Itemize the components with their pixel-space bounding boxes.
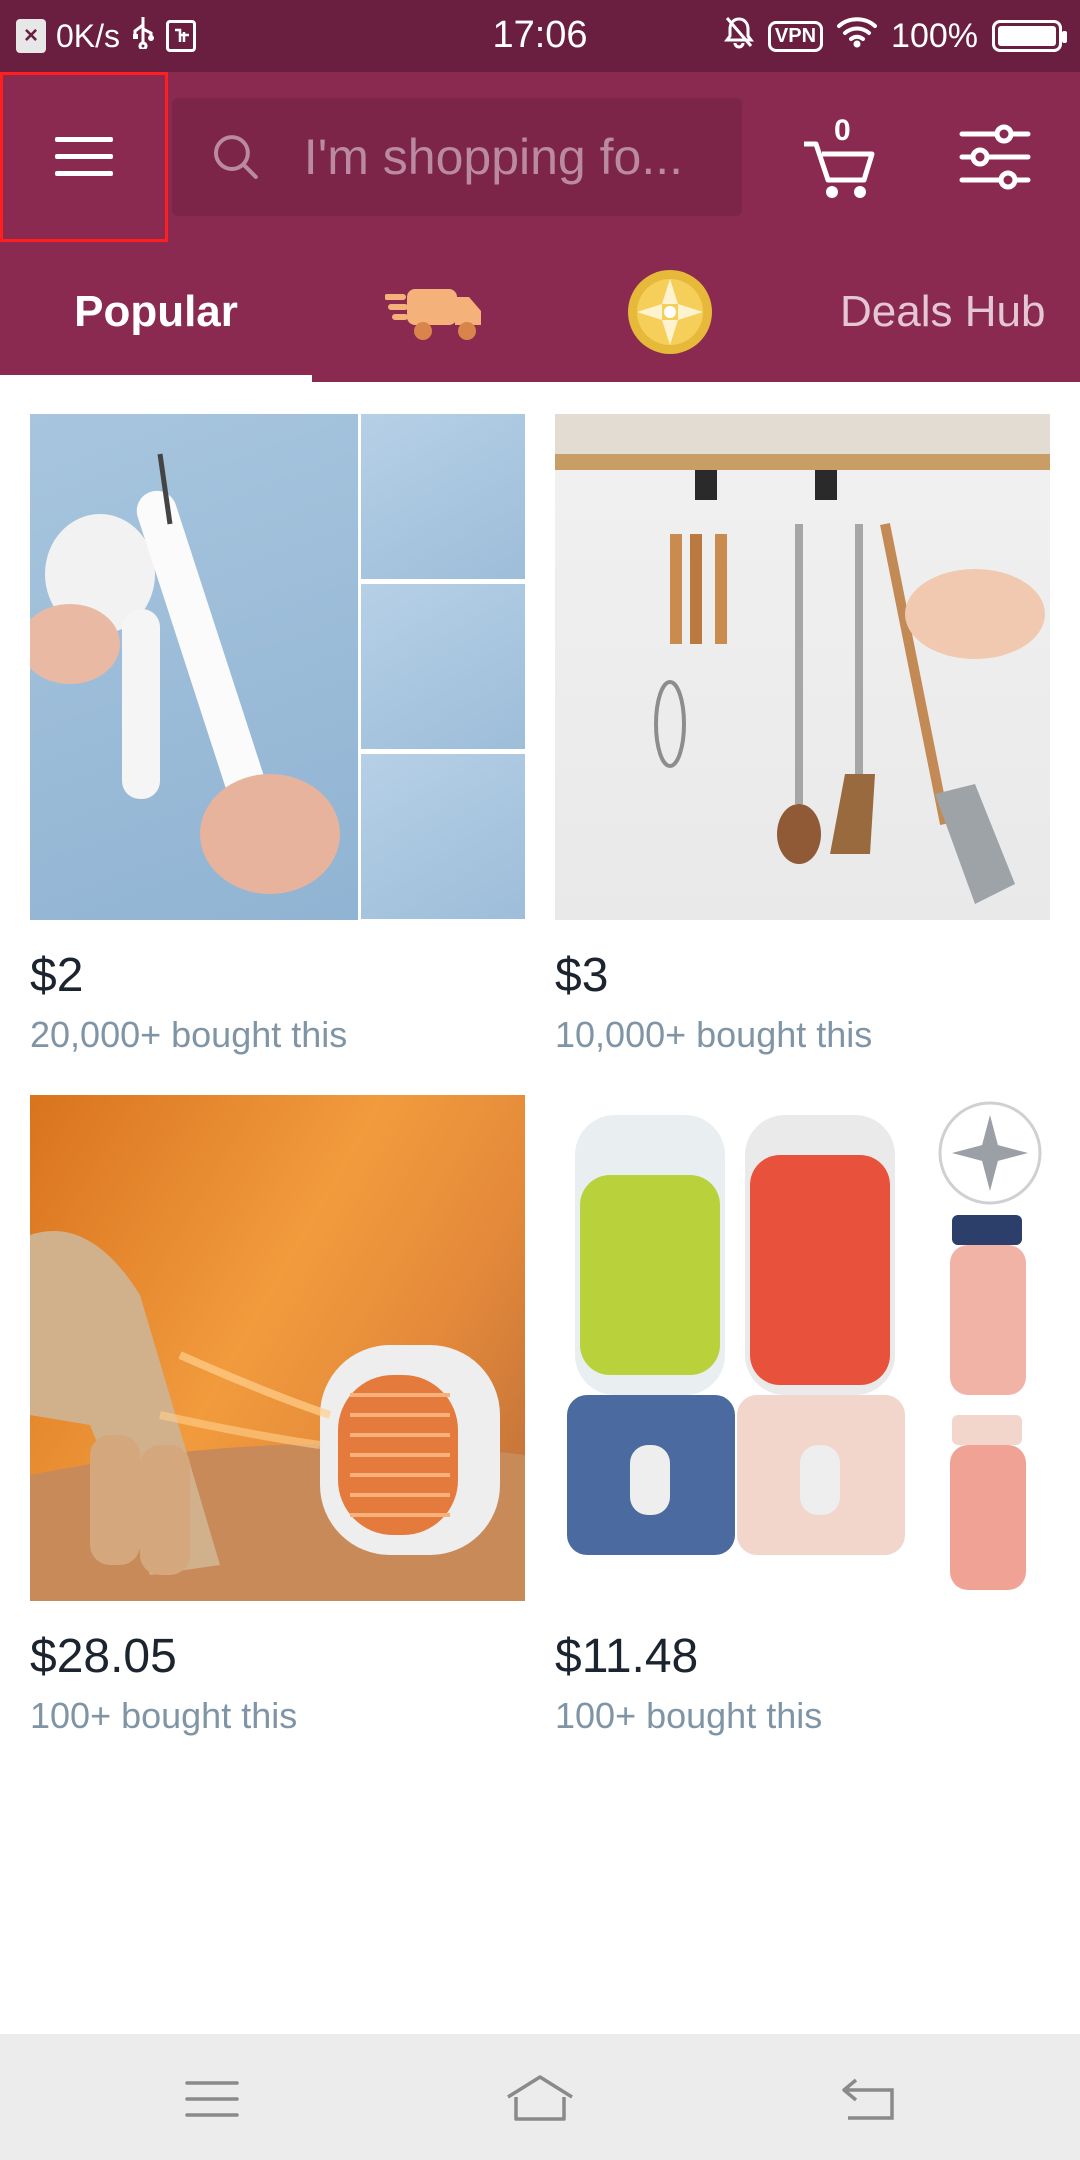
status-left: × 0K/s xyxy=(16,15,197,57)
product-sold-count: 10,000+ bought this xyxy=(555,1014,873,1055)
notification-x-icon: × xyxy=(16,19,46,53)
product-sold-count: 100+ bought this xyxy=(555,1695,823,1736)
product-card[interactable]: $28.05 100+ bought this xyxy=(30,1095,525,1737)
tab-popular-label: Popular xyxy=(74,287,238,336)
home-icon xyxy=(507,2075,573,2121)
product-card[interactable]: $2 20,000+ bought this xyxy=(30,414,525,1056)
product-card[interactable]: $11.48 100+ bought this xyxy=(555,1095,1050,1737)
home-button[interactable] xyxy=(500,2064,580,2134)
hamburger-menu-icon xyxy=(55,137,113,176)
search-icon xyxy=(213,135,258,179)
product-price: $2 xyxy=(30,949,84,1002)
earbud-cleaning-pen-picture xyxy=(30,453,340,894)
utensil-hooks-picture xyxy=(555,414,1050,904)
product-image[interactable] xyxy=(555,1095,1050,1601)
product-image[interactable] xyxy=(30,414,525,920)
recent-apps-icon xyxy=(185,2081,239,2117)
back-button[interactable] xyxy=(828,2064,908,2134)
search-placeholder: I'm shopping fo... xyxy=(303,129,683,185)
app-header: I'm shopping fo... 0 Popular Deals Hub xyxy=(0,72,1080,382)
category-tabs: Popular Deals Hub xyxy=(0,242,1080,382)
cart-button[interactable]: 0 xyxy=(800,114,880,204)
usb-icon xyxy=(130,15,156,57)
tab-popular[interactable]: Popular xyxy=(0,242,312,382)
portable-blenders-picture xyxy=(567,1101,1042,1590)
tab-deals-hub-label: Deals Hub xyxy=(840,287,1046,336)
network-speed: 0K/s xyxy=(56,17,121,54)
product-sold-count: 100+ bought this xyxy=(30,1695,298,1736)
tab-selected-indicator xyxy=(0,375,312,382)
product-price: $28.05 xyxy=(30,1630,177,1683)
product-image[interactable] xyxy=(30,1095,525,1601)
image-pane xyxy=(361,414,525,579)
recent-apps-button[interactable] xyxy=(172,2064,252,2134)
back-icon xyxy=(842,2078,894,2120)
delivery-truck-icon xyxy=(385,289,481,340)
space-heater-picture xyxy=(30,1231,525,1601)
product-card[interactable]: $3 10,000+ bought this xyxy=(555,414,1050,1056)
app-notification-icon xyxy=(166,20,197,52)
product-image[interactable] xyxy=(555,414,1050,920)
battery-fill xyxy=(998,26,1056,46)
product-price: $11.48 xyxy=(555,1630,699,1683)
wifi-icon xyxy=(837,16,878,57)
system-nav-bar xyxy=(0,2034,1080,2160)
product-sold-count: 20,000+ bought this xyxy=(30,1014,348,1055)
sliders-filter-icon xyxy=(959,124,1031,190)
status-bar: × 0K/s 17:06 VPN 100% xyxy=(0,0,1080,72)
product-price: $3 xyxy=(555,949,609,1002)
cart-icon xyxy=(804,141,875,198)
tab-coins[interactable] xyxy=(600,242,740,382)
mute-bell-icon xyxy=(723,15,754,58)
battery-percent: 100% xyxy=(891,16,978,55)
tab-fast-delivery[interactable] xyxy=(360,242,510,382)
image-pane xyxy=(361,584,525,749)
search-input[interactable]: I'm shopping fo... xyxy=(172,98,742,216)
battery-icon xyxy=(992,20,1067,52)
tab-deals-hub[interactable]: Deals Hub xyxy=(840,242,1080,382)
filter-button[interactable] xyxy=(958,122,1032,192)
gold-coin-icon xyxy=(628,270,712,354)
vpn-badge: VPN xyxy=(767,20,824,52)
status-right: VPN 100% xyxy=(723,15,1067,58)
image-pane xyxy=(361,754,525,919)
menu-button[interactable] xyxy=(0,72,168,242)
